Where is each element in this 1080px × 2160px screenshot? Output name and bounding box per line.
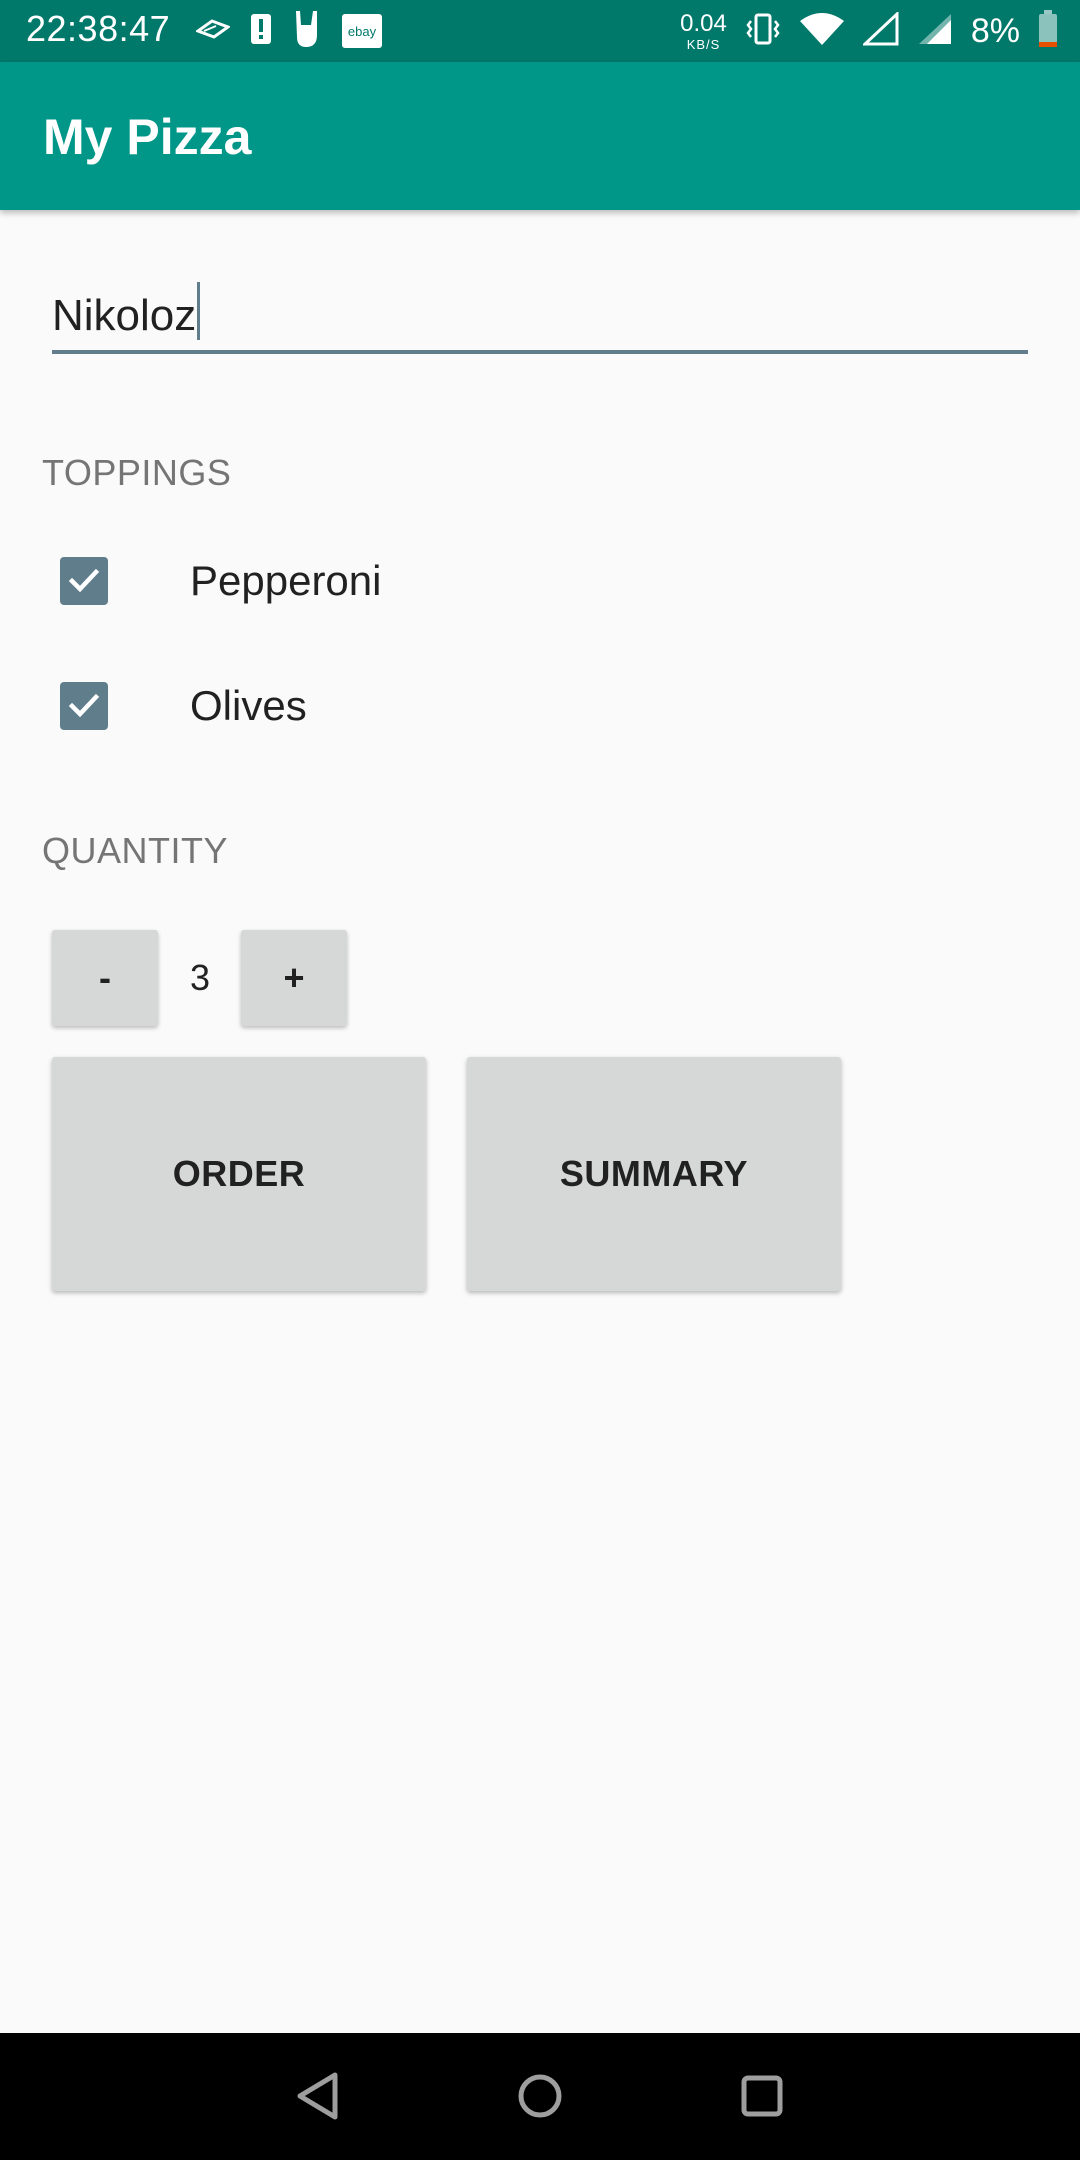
text-cursor — [197, 282, 201, 340]
toppings-label: TOPPINGS — [42, 452, 232, 493]
net-speed-value: 0.04 — [680, 9, 727, 37]
signal-stream-icon — [194, 17, 232, 46]
checkbox-row-olives[interactable]: Olives — [42, 656, 642, 756]
recents-button[interactable] — [727, 2061, 797, 2131]
olives-label: Olives — [190, 682, 307, 729]
increment-button[interactable]: + — [241, 930, 347, 1026]
decrement-button[interactable]: - — [52, 930, 158, 1026]
cell-signal-empty-icon — [861, 10, 899, 51]
name-input[interactable]: Nikoloz — [52, 270, 1028, 354]
status-time: 22:38:47 — [26, 8, 171, 49]
recents-icon — [741, 2075, 783, 2117]
name-input-value: Nikoloz — [52, 291, 197, 340]
quantity-label: QUANTITY — [42, 830, 229, 871]
net-speed-unit: KB/S — [686, 36, 721, 52]
check-icon — [68, 568, 100, 593]
pepperoni-checkbox[interactable] — [60, 557, 108, 605]
ebay-icon: ebay — [342, 14, 382, 48]
net-speed: 0.04 KB/S — [680, 9, 727, 52]
home-button[interactable] — [505, 2061, 575, 2131]
order-button[interactable]: ORDER — [52, 1057, 426, 1291]
alert-icon — [250, 12, 272, 51]
check-icon — [68, 693, 100, 718]
pepperoni-label: Pepperoni — [190, 557, 382, 604]
nav-bar — [0, 2033, 1080, 2160]
back-icon — [297, 2072, 338, 2120]
app-title: My Pizza — [43, 109, 252, 165]
back-button[interactable] — [283, 2061, 353, 2131]
status-left-icons: ebay — [194, 9, 382, 54]
vibrate-icon — [745, 12, 781, 51]
battery-icon — [1038, 9, 1058, 53]
summary-button[interactable]: SUMMARY — [467, 1057, 841, 1291]
status-bar: 22:38:47 ebay 0.04 KB/S 8% — [0, 0, 1080, 62]
battery-percent: 8% — [970, 11, 1020, 50]
app-bar: My Pizza — [0, 62, 1080, 210]
wifi-icon — [799, 12, 845, 51]
name-input-value-wrap: Nikoloz — [52, 282, 201, 341]
checkbox-row-pepperoni[interactable]: Pepperoni — [42, 531, 642, 631]
cell-signal-icon — [917, 12, 953, 51]
olives-checkbox[interactable] — [60, 682, 108, 730]
quantity-value: 3 — [189, 957, 211, 998]
home-icon — [518, 2074, 562, 2118]
ebay-label: ebay — [347, 23, 377, 39]
status-right: 0.04 KB/S 8% — [680, 6, 1058, 56]
rock-hand-icon — [292, 9, 322, 54]
